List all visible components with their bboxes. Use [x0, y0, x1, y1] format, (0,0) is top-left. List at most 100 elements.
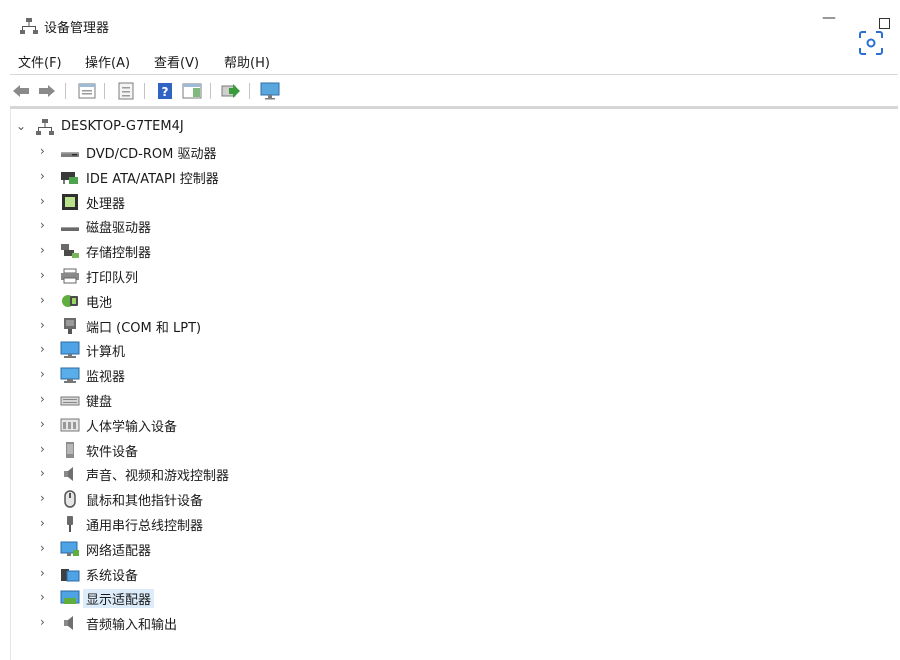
chevron-right-icon[interactable]: › [40, 417, 45, 431]
maximize-icon[interactable] [879, 18, 890, 29]
toolbar: ? [0, 78, 900, 104]
tree-item-software-device[interactable]: › 软件设备 [0, 438, 900, 462]
tree-item-print-queue[interactable]: › 打印队列 [0, 264, 900, 288]
chevron-right-icon[interactable]: › [40, 466, 45, 480]
monitor-icon [60, 367, 80, 384]
forward-arrow-icon[interactable] [36, 80, 58, 102]
menu-file[interactable]: 文件(F) [18, 52, 62, 71]
port-icon [64, 317, 76, 334]
minimize-icon[interactable]: — [822, 10, 838, 26]
chevron-right-icon[interactable]: › [40, 491, 45, 505]
tree-item-label: 软件设备 [86, 444, 139, 460]
chevron-right-icon[interactable]: › [40, 541, 45, 555]
tree-item-label: 音频输入和输出 [86, 618, 178, 634]
tree-item-label: 处理器 [86, 196, 126, 212]
tree-item-disk[interactable]: › 磁盘驱动器 [0, 214, 900, 238]
ide-controller-icon [61, 171, 78, 184]
chevron-right-icon[interactable]: › [40, 566, 45, 580]
menu-view[interactable]: 查看(V) [154, 52, 199, 71]
software-device-icon [66, 441, 74, 458]
chevron-right-icon[interactable]: › [40, 342, 45, 356]
tree-item-label: 电池 [86, 295, 113, 311]
usb-icon [67, 516, 73, 532]
audio-io-icon [64, 616, 73, 631]
tree-item-storage[interactable]: › 存储控制器 [0, 239, 900, 263]
tree-item-label: DVD/CD-ROM 驱动器 [86, 147, 217, 162]
menu-help[interactable]: 帮助(H) [224, 52, 270, 71]
help-icon[interactable]: ? [154, 80, 176, 102]
back-arrow-icon[interactable] [10, 80, 32, 102]
chevron-right-icon[interactable]: › [40, 516, 45, 530]
tree-item-audio-io[interactable]: › 音频输入和输出 [0, 611, 900, 635]
tree-item-keyboard[interactable]: › 键盘 [0, 388, 900, 412]
tree-item-computer[interactable]: › 计算机 [0, 338, 900, 362]
tree-item-label: 网络适配器 [86, 543, 152, 559]
tree-item-processor[interactable]: › 处理器 [0, 190, 900, 214]
toolbar-separator [144, 83, 145, 99]
tree-item-label: 存储控制器 [86, 246, 152, 262]
chevron-right-icon[interactable]: › [40, 392, 45, 406]
menu-action[interactable]: 操作(A) [85, 52, 130, 71]
toolbar-separator [249, 83, 250, 99]
tree-item-battery[interactable]: › 电池 [0, 289, 900, 313]
chevron-right-icon[interactable]: › [40, 442, 45, 456]
tree-item-label: 磁盘驱动器 [86, 221, 152, 237]
chevron-right-icon[interactable]: › [40, 590, 45, 604]
tree-item-system-devices[interactable]: › 系统设备 [0, 562, 900, 586]
chevron-right-icon[interactable]: › [40, 243, 45, 257]
scan-hardware-icon[interactable] [259, 80, 281, 102]
tree-item-label: 通用串行总线控制器 [86, 519, 204, 534]
update-driver-icon[interactable] [220, 80, 242, 102]
chevron-down-icon[interactable]: ⌄ [16, 119, 26, 133]
toolbar-divider-bottom [10, 106, 898, 109]
display-adapter-icon [60, 590, 80, 605]
chevron-right-icon[interactable]: › [40, 293, 45, 307]
tree-item-monitor[interactable]: › 监视器 [0, 363, 900, 387]
toolbar-divider-top [10, 74, 898, 75]
chevron-right-icon[interactable]: › [40, 194, 45, 208]
tree-item-hid[interactable]: › 人体学输入设备 [0, 413, 900, 437]
toolbar-separator [104, 83, 105, 99]
printer-icon [61, 268, 79, 284]
chevron-right-icon[interactable]: › [40, 318, 45, 332]
network-adapter-icon [60, 541, 79, 556]
tree-item-ide[interactable]: › IDE ATA/ATAPI 控制器 [0, 165, 900, 189]
tree-item-label: 系统设备 [86, 568, 139, 584]
device-manager-icon [20, 18, 38, 34]
processor-icon [62, 193, 78, 210]
tree-root-node[interactable]: ⌄ DESKTOP-G7TEM4J [0, 114, 900, 140]
svg-text:?: ? [162, 85, 169, 99]
system-device-icon [61, 568, 80, 582]
tree-item-sound[interactable]: › 声音、视频和游戏控制器 [0, 462, 900, 486]
tree-item-label: 声音、视频和游戏控制器 [86, 469, 230, 485]
chevron-right-icon[interactable]: › [40, 367, 45, 381]
action-pane-icon[interactable] [181, 80, 203, 102]
tree-item-network[interactable]: › 网络适配器 [0, 537, 900, 561]
chevron-right-icon[interactable]: › [40, 144, 45, 158]
tree-item-label: 显示适配器 [83, 589, 155, 609]
computer-icon [60, 341, 80, 359]
chevron-right-icon[interactable]: › [40, 218, 45, 232]
tree-item-label: 打印队列 [86, 271, 139, 286]
tree-item-label: IDE ATA/ATAPI 控制器 [86, 171, 219, 187]
properties-icon[interactable] [76, 80, 98, 102]
chevron-right-icon[interactable]: › [40, 169, 45, 183]
tree-item-label: 鼠标和其他指针设备 [86, 494, 204, 510]
hid-icon [60, 418, 80, 432]
tree-item-display-adapter[interactable]: › 显示适配器 [0, 586, 900, 610]
chevron-right-icon[interactable]: › [40, 268, 45, 282]
toolbar-separator [65, 83, 66, 99]
chevron-right-icon[interactable]: › [40, 615, 45, 629]
show-hidden-icon[interactable] [115, 80, 137, 102]
tree-item-usb[interactable]: › 通用串行总线控制器 [0, 512, 900, 536]
dvd-drive-icon [61, 152, 79, 157]
tree-item-dvd[interactable]: › DVD/CD-ROM 驱动器 [0, 140, 900, 164]
title-bar: 设备管理器 — [0, 0, 900, 55]
tree-item-label: 人体学输入设备 [86, 419, 178, 435]
tree-item-mouse[interactable]: › 鼠标和其他指针设备 [0, 487, 900, 511]
mouse-icon [64, 490, 76, 508]
battery-icon [62, 294, 78, 307]
tree-item-label: 监视器 [86, 370, 126, 386]
tree-item-ports[interactable]: › 端口 (COM 和 LPT) [0, 314, 900, 338]
tree-item-label: 键盘 [86, 395, 113, 410]
